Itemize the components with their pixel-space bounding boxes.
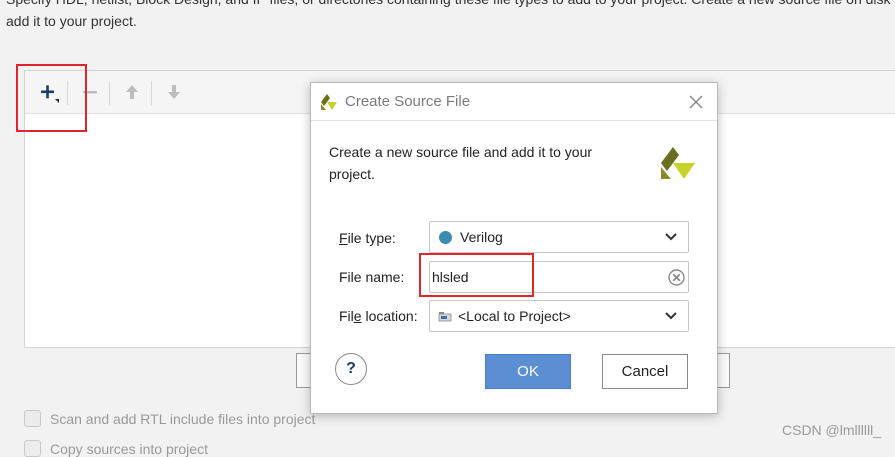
scan-rtl-checkbox[interactable] xyxy=(24,410,41,427)
file-location-label: File location: xyxy=(339,308,418,324)
file-location-mnemonic: e xyxy=(353,308,362,324)
folder-icon xyxy=(438,312,452,322)
dialog-titlebar: Create Source File xyxy=(311,83,717,121)
file-name-label: File name: xyxy=(339,269,405,285)
ok-button[interactable]: OK xyxy=(485,354,571,389)
file-location-value: <Local to Project> xyxy=(458,308,571,324)
clear-input-icon[interactable] xyxy=(668,269,685,286)
close-icon[interactable] xyxy=(687,93,705,111)
cancel-button[interactable]: Cancel xyxy=(602,354,688,389)
arrow-up-icon xyxy=(126,85,138,99)
file-type-label-text: ile type: xyxy=(347,230,396,246)
watermark: CSDN @lmllllll_ xyxy=(782,422,881,438)
file-name-field[interactable] xyxy=(429,261,689,293)
vivado-logo-icon xyxy=(661,147,695,179)
file-location-label-prefix: Fil xyxy=(339,308,354,324)
minus-icon xyxy=(83,91,97,94)
toolbar-separator xyxy=(67,81,68,105)
dialog-description: Create a new source file and add it to y… xyxy=(329,144,593,182)
toolbar-separator xyxy=(151,81,152,105)
scan-rtl-label: Scan and add RTL include files into proj… xyxy=(50,410,316,427)
file-type-label: File type: xyxy=(339,230,396,246)
arrow-down-icon xyxy=(168,85,180,99)
vivado-logo-icon xyxy=(321,94,337,110)
remove-files-button[interactable] xyxy=(77,79,103,105)
wizard-instructions-line1: Specify HDL, netlist, Block Design, and … xyxy=(6,0,895,10)
scan-rtl-checkbox-row[interactable]: Scan and add RTL include files into proj… xyxy=(24,410,315,427)
plus-icon xyxy=(41,85,59,103)
move-up-button[interactable] xyxy=(119,79,145,105)
toolbar-separator xyxy=(109,81,110,105)
move-down-button[interactable] xyxy=(161,79,187,105)
file-location-label-text: location: xyxy=(361,308,418,324)
chevron-down-icon xyxy=(665,233,677,241)
file-location-select[interactable]: <Local to Project> xyxy=(429,300,689,332)
add-files-button[interactable] xyxy=(35,79,61,105)
copy-sources-label: Copy sources into project xyxy=(50,440,208,457)
wizard-instructions: Specify HDL, netlist, Block Design, and … xyxy=(6,0,895,32)
file-type-mnemonic: F xyxy=(339,230,348,246)
file-type-select[interactable]: Verilog xyxy=(429,221,689,253)
file-name-input[interactable] xyxy=(432,264,656,290)
copy-sources-checkbox[interactable] xyxy=(24,440,41,457)
copy-sources-checkbox-row[interactable]: Copy sources into project xyxy=(24,440,208,457)
wizard-instructions-line2: add it to your project. xyxy=(6,13,137,29)
dialog-title: Create Source File xyxy=(345,93,471,110)
create-source-file-dialog: Create Source File Create a new source f… xyxy=(310,82,718,414)
file-type-value: Verilog xyxy=(460,229,503,245)
chevron-down-icon xyxy=(665,312,677,320)
help-button[interactable]: ? xyxy=(335,353,367,385)
verilog-dot-icon xyxy=(439,230,452,244)
